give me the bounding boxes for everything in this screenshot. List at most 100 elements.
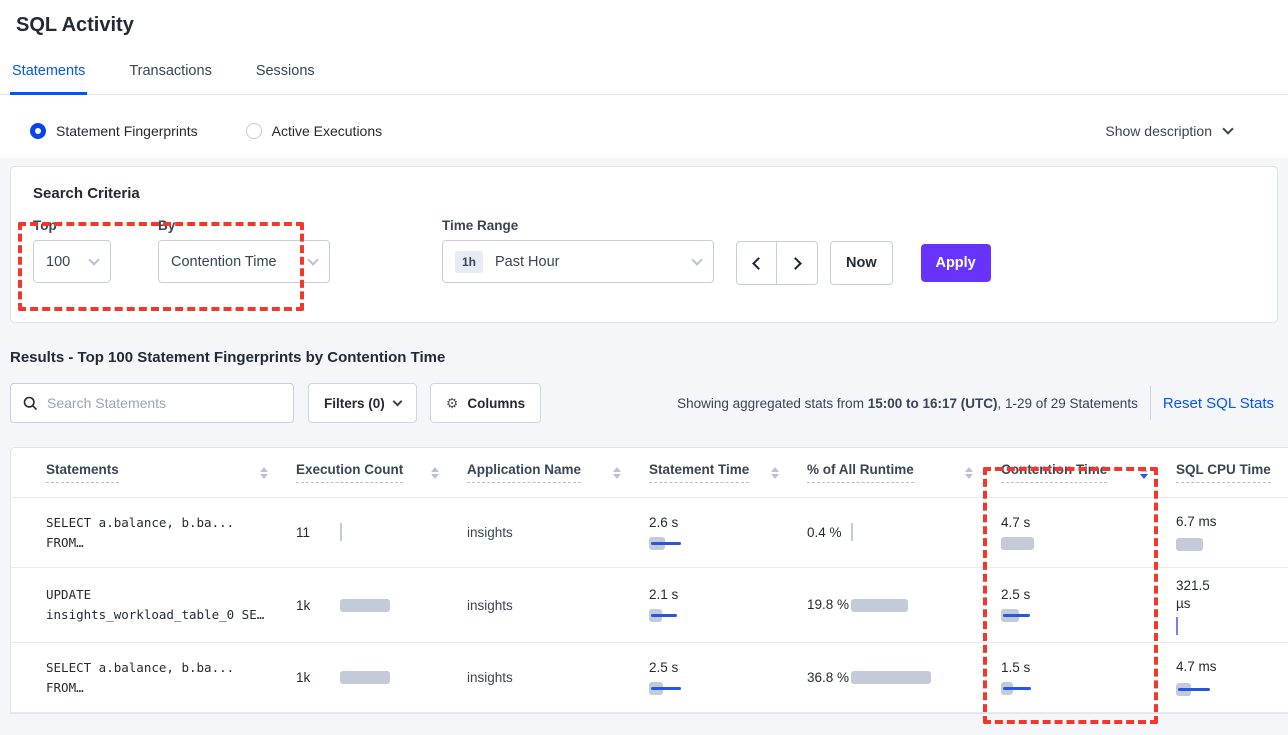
contention-time-value: 1.5 s: [1001, 660, 1176, 675]
app-header: SQL Activity: [0, 0, 1288, 37]
pct-runtime-cell: 19.8 %: [807, 596, 1001, 614]
tab-sessions[interactable]: Sessions: [254, 63, 317, 94]
gear-icon: ⚙: [446, 395, 459, 412]
time-range-badge: 1h: [455, 251, 483, 273]
sort-icon[interactable]: [613, 467, 621, 479]
statement-line2: insights_workload_table_0 SE…: [46, 605, 296, 625]
search-criteria-heading: Search Criteria: [33, 185, 1255, 202]
execution-count-bar: [340, 670, 440, 685]
statement-line1: SELECT a.balance, b.ba...: [46, 513, 296, 533]
results-heading: Results - Top 100 Statement Fingerprints…: [10, 349, 1278, 366]
time-range-value: Past Hour: [495, 254, 559, 270]
col-header-sql-cpu-time[interactable]: SQL CPU Time: [1176, 462, 1288, 483]
table-row: SELECT a.balance, b.ba... FROM… 11 insig…: [11, 498, 1288, 568]
statement-time-value: 2.5 s: [649, 660, 807, 675]
page-title: SQL Activity: [16, 14, 1272, 37]
statement-time-value: 2.1 s: [649, 587, 807, 602]
results-toolbar: Filters (0) ⚙ Columns Showing aggregated…: [10, 383, 1278, 423]
statement-link[interactable]: SELECT a.balance, b.ba... FROM…: [46, 658, 296, 698]
search-icon: [23, 396, 38, 411]
sort-icon[interactable]: [260, 467, 268, 479]
filters-label: Filters (0): [324, 396, 385, 411]
next-time-button[interactable]: [777, 242, 817, 284]
application-name-cell: insights: [467, 598, 649, 613]
contention-time-bar: [1001, 608, 1101, 623]
top-select-value: 100: [46, 254, 70, 270]
prev-time-button[interactable]: [737, 242, 777, 284]
col-header-statements[interactable]: Statements: [46, 462, 296, 483]
pct-runtime-cell: 36.8 %: [807, 669, 1001, 687]
col-label: % of All Runtime: [807, 462, 914, 483]
now-button[interactable]: Now: [830, 241, 893, 285]
chevron-down-icon: [392, 397, 402, 407]
col-header-execution-count[interactable]: Execution Count: [296, 462, 467, 483]
col-header-contention-time[interactable]: Contention Time: [1001, 462, 1176, 483]
pct-runtime-bar: [851, 670, 951, 685]
search-statements-input[interactable]: [47, 395, 267, 411]
chevron-down-icon: [691, 254, 702, 265]
col-label: Execution Count: [296, 462, 403, 483]
sql-cpu-time-cell: 321.5 µs: [1176, 577, 1288, 634]
aggregated-stats-text: Showing aggregated stats from 15:00 to 1…: [677, 396, 1138, 411]
time-range-label: Time Range: [442, 218, 714, 233]
statement-line2: FROM…: [46, 678, 296, 698]
toolbar-divider: [1150, 386, 1151, 420]
pct-runtime-value: 19.8 %: [807, 596, 851, 614]
table-row: UPDATE insights_workload_table_0 SE… 1k …: [11, 568, 1288, 643]
statement-link[interactable]: UPDATE insights_workload_table_0 SE…: [46, 585, 296, 625]
execution-count-bar: [340, 525, 440, 540]
sql-cpu-time-bar: [1176, 537, 1276, 552]
execution-count-value: 11: [296, 525, 340, 540]
radio-active-executions[interactable]: Active Executions: [246, 123, 383, 139]
sort-icon[interactable]: [965, 467, 973, 479]
apply-button[interactable]: Apply: [921, 244, 991, 282]
radio-unselected-icon: [246, 123, 262, 139]
radio-statement-fingerprints[interactable]: Statement Fingerprints: [30, 123, 198, 139]
pct-runtime-cell: 0.4 %: [807, 524, 1001, 542]
execution-count-value: 1k: [296, 598, 340, 613]
time-pager: [736, 241, 818, 285]
sort-icon[interactable]: [431, 467, 439, 479]
statement-time-cell: 2.1 s: [649, 587, 807, 623]
top-label: Top: [33, 218, 158, 233]
stats-prefix: Showing aggregated stats from: [677, 396, 868, 411]
by-select[interactable]: Contention Time: [158, 240, 330, 283]
page-body: Statement Fingerprints Active Executions…: [0, 103, 1288, 735]
chevron-left-icon: [752, 257, 765, 270]
reset-sql-stats-link[interactable]: Reset SQL Stats: [1163, 395, 1278, 412]
show-description-toggle[interactable]: Show description: [1105, 123, 1258, 139]
statement-link[interactable]: SELECT a.balance, b.ba... FROM…: [46, 513, 296, 553]
search-criteria-controls: Top 100 By Contention Time Time Range: [33, 218, 1255, 285]
sql-cpu-time-value: 321.5 µs: [1176, 577, 1226, 613]
statement-line1: SELECT a.balance, b.ba...: [46, 658, 296, 678]
sql-cpu-time-value: 4.7 ms: [1176, 658, 1226, 676]
chevron-down-icon: [307, 254, 318, 265]
col-label: Application Name: [467, 462, 581, 483]
tab-transactions[interactable]: Transactions: [127, 63, 213, 94]
sql-cpu-time-cell: 4.7 ms: [1176, 658, 1288, 697]
contention-time-cell: 4.7 s: [1001, 515, 1176, 551]
time-range-select[interactable]: 1h Past Hour: [442, 240, 714, 283]
col-header-pct-all-runtime[interactable]: % of All Runtime: [807, 462, 1001, 483]
col-header-application-name[interactable]: Application Name: [467, 462, 649, 483]
sql-cpu-time-value: 6.7 ms: [1176, 513, 1226, 531]
execution-count-cell: 1k: [296, 598, 467, 613]
statement-time-cell: 2.6 s: [649, 515, 807, 551]
sql-cpu-time-bar: [1176, 619, 1276, 634]
by-field: By Contention Time: [158, 218, 330, 285]
columns-button[interactable]: ⚙ Columns: [430, 383, 541, 423]
sort-desc-icon[interactable]: [1140, 467, 1148, 479]
tab-bar: Statements Transactions Sessions: [0, 63, 1288, 95]
by-label: By: [158, 218, 330, 233]
filters-button[interactable]: Filters (0): [308, 383, 417, 423]
pct-runtime-value: 0.4 %: [807, 524, 851, 542]
top-select[interactable]: 100: [33, 240, 111, 283]
sort-icon[interactable]: [771, 467, 779, 479]
by-select-value: Contention Time: [171, 254, 277, 270]
tab-statements[interactable]: Statements: [10, 63, 87, 95]
sql-activity-page: SQL Activity Statements Transactions Ses…: [0, 0, 1288, 735]
statements-table: Statements Execution Count Application N…: [10, 447, 1288, 714]
sql-cpu-time-cell: 6.7 ms: [1176, 513, 1288, 552]
statement-line2: FROM…: [46, 533, 296, 553]
col-header-statement-time[interactable]: Statement Time: [649, 462, 807, 483]
